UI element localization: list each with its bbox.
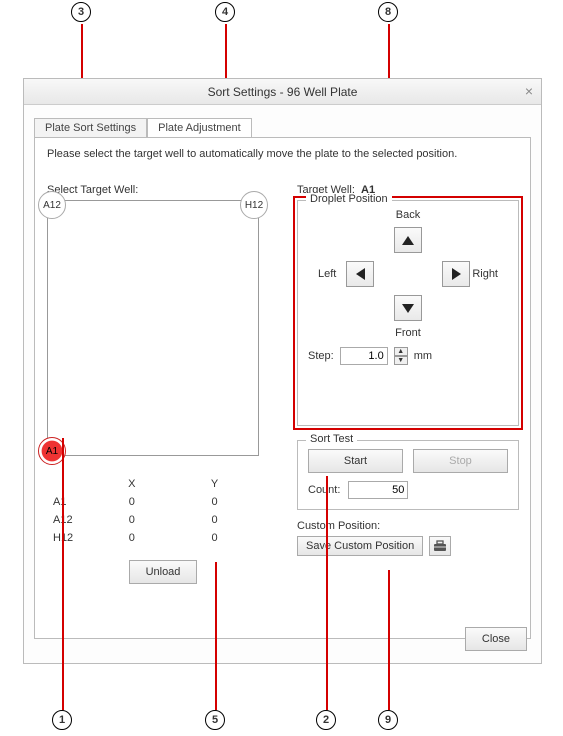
close-button[interactable]: Close bbox=[465, 627, 527, 651]
left-column: Select Target Well: A12 H12 A1 X Y A1 0 bbox=[47, 184, 279, 584]
count-label: Count: bbox=[308, 484, 340, 496]
step-label: Step: bbox=[308, 350, 334, 362]
toolbox-icon[interactable] bbox=[429, 536, 451, 556]
step-unit: mm bbox=[414, 350, 432, 362]
dialog-title: Sort Settings - 96 Well Plate bbox=[208, 85, 358, 99]
plate-diagram[interactable]: A12 H12 A1 bbox=[47, 200, 259, 456]
arrow-right-button[interactable] bbox=[442, 261, 470, 287]
instruction-text: Please select the target well to automat… bbox=[47, 148, 518, 160]
callout-line-1 bbox=[62, 438, 64, 710]
step-row: Step: ▲ ▼ mm bbox=[308, 347, 508, 365]
dpad-label-back: Back bbox=[396, 209, 420, 221]
table-row: H12 0 0 bbox=[49, 530, 255, 546]
triangle-up-icon bbox=[402, 236, 414, 245]
step-spinner[interactable]: ▲ ▼ bbox=[394, 347, 408, 365]
coordinates-table: X Y A1 0 0 A12 0 0 H12 0 bbox=[47, 474, 257, 548]
callout-5: 5 bbox=[205, 710, 225, 730]
step-input[interactable] bbox=[340, 347, 388, 365]
tab-strip: Plate Sort Settings Plate Adjustment bbox=[34, 115, 541, 137]
well-a12[interactable]: A12 bbox=[38, 191, 66, 219]
callout-3: 3 bbox=[71, 2, 91, 22]
stop-button[interactable]: Stop bbox=[413, 449, 508, 473]
arrow-left-button[interactable] bbox=[346, 261, 374, 287]
save-custom-position-button[interactable]: Save Custom Position bbox=[297, 536, 423, 556]
right-column: Target Well: A1 Droplet Position Back Fr… bbox=[297, 184, 519, 556]
close-icon[interactable]: × bbox=[525, 83, 533, 99]
well-h12[interactable]: H12 bbox=[240, 191, 268, 219]
coord-header-x: X bbox=[91, 476, 172, 492]
triangle-left-icon bbox=[356, 268, 365, 280]
step-up-icon[interactable]: ▲ bbox=[394, 347, 408, 356]
triangle-right-icon bbox=[452, 268, 461, 280]
dpad: Back Front Left Right bbox=[318, 209, 498, 339]
callout-line-9 bbox=[388, 570, 390, 710]
coord-header-y: Y bbox=[174, 476, 255, 492]
count-input[interactable] bbox=[348, 481, 408, 499]
callout-line-5 bbox=[215, 562, 217, 710]
toolbox-svg-icon bbox=[433, 540, 447, 552]
dpad-label-front: Front bbox=[395, 327, 421, 339]
triangle-down-icon bbox=[402, 304, 414, 313]
tab-plate-adjustment[interactable]: Plate Adjustment bbox=[147, 118, 252, 137]
unload-button[interactable]: Unload bbox=[129, 560, 198, 584]
sort-test-group: Sort Test Start Stop Count: bbox=[297, 440, 519, 510]
tab-plate-sort-settings[interactable]: Plate Sort Settings bbox=[34, 118, 147, 137]
arrow-up-button[interactable] bbox=[394, 227, 422, 253]
callout-9: 9 bbox=[378, 710, 398, 730]
droplet-position-legend: Droplet Position bbox=[306, 193, 392, 205]
dialog-titlebar: Sort Settings - 96 Well Plate × bbox=[24, 79, 541, 105]
dpad-label-left: Left bbox=[318, 268, 336, 280]
table-row: A1 0 0 bbox=[49, 494, 255, 510]
callout-2: 2 bbox=[316, 710, 336, 730]
table-row: A12 0 0 bbox=[49, 512, 255, 528]
sort-test-legend: Sort Test bbox=[306, 433, 357, 445]
tab-panel-plate-adjustment: Please select the target well to automat… bbox=[34, 137, 531, 639]
step-down-icon[interactable]: ▼ bbox=[394, 356, 408, 365]
droplet-position-group: Droplet Position Back Front Left Right S… bbox=[297, 200, 519, 426]
callout-8: 8 bbox=[378, 2, 398, 22]
callout-4: 4 bbox=[215, 2, 235, 22]
dpad-label-right: Right bbox=[472, 268, 498, 280]
callout-line-2 bbox=[326, 476, 328, 710]
start-button[interactable]: Start bbox=[308, 449, 403, 473]
custom-position-label: Custom Position: bbox=[297, 520, 519, 532]
dialog-window: Sort Settings - 96 Well Plate × Plate So… bbox=[23, 78, 542, 664]
callout-1: 1 bbox=[52, 710, 72, 730]
arrow-down-button[interactable] bbox=[394, 295, 422, 321]
